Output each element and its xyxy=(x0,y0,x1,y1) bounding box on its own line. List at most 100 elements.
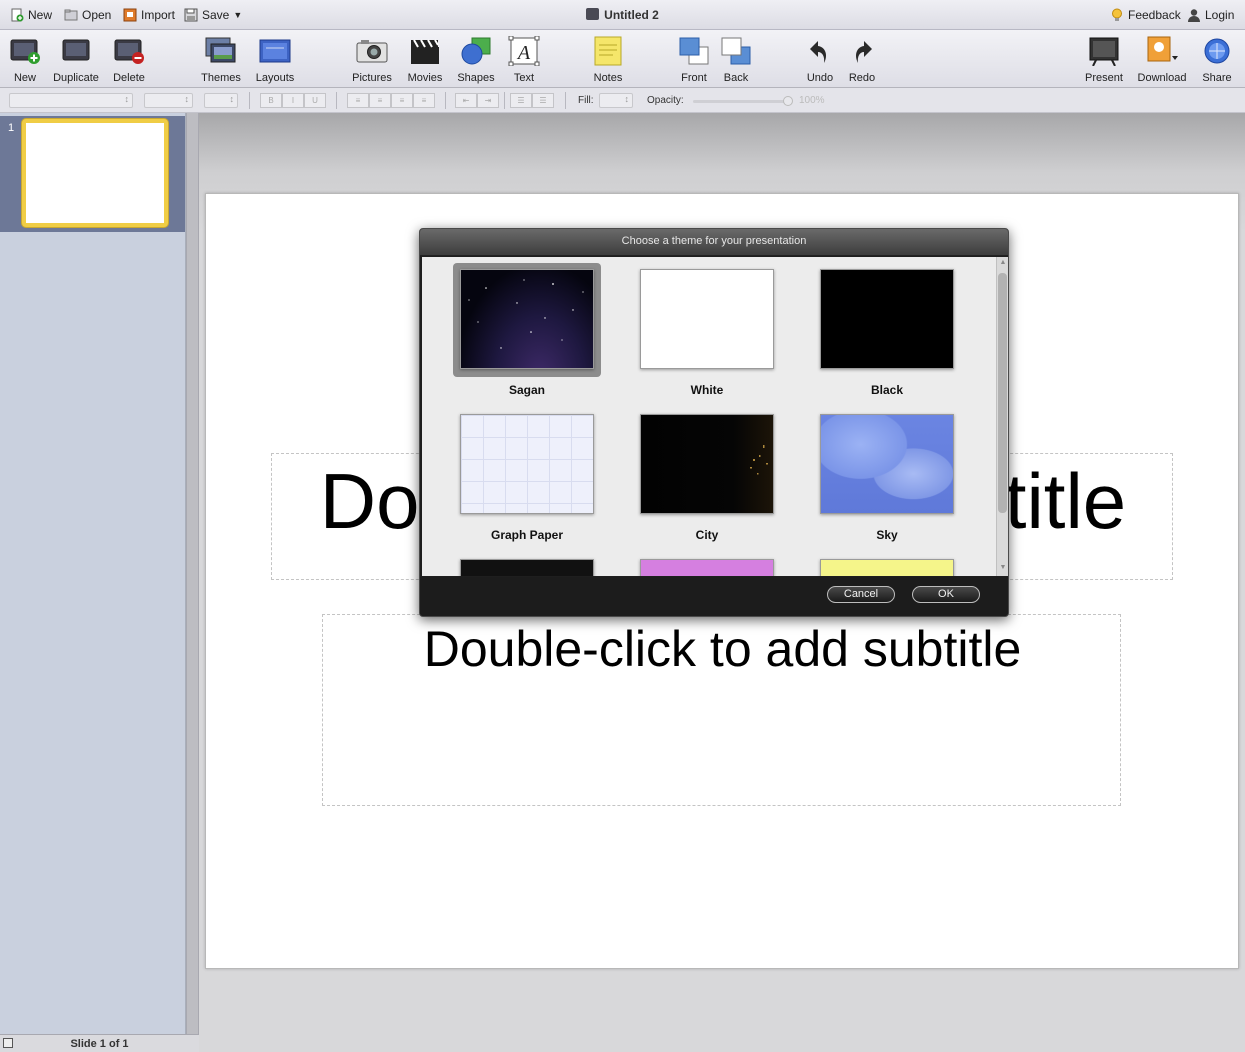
theme-sagan[interactable]: Sagan xyxy=(453,263,601,397)
underline-button[interactable]: U xyxy=(304,93,326,108)
align-left-button[interactable]: ≡ xyxy=(347,93,369,108)
layouts-button[interactable]: Layouts xyxy=(247,34,303,88)
slide-count-status: Slide 1 of 1 xyxy=(70,1038,129,1050)
bold-button[interactable]: B xyxy=(260,93,282,108)
theme-name: Black xyxy=(870,383,904,397)
document-title-text: Untitled 2 xyxy=(604,8,659,22)
font-size-select[interactable] xyxy=(144,93,193,108)
svg-text:A: A xyxy=(516,42,531,64)
status-bar: Slide 1 of 1 xyxy=(0,1034,199,1052)
bring-to-front-icon xyxy=(678,36,710,66)
slide-number: 1 xyxy=(8,122,15,134)
menu-save-label: Save xyxy=(202,8,230,22)
format-separator xyxy=(504,92,505,109)
bullet-list-button[interactable]: ☰ xyxy=(510,93,532,108)
menu-new[interactable]: New xyxy=(10,7,52,23)
font-family-select[interactable] xyxy=(9,93,133,108)
chevron-down-icon: ▼ xyxy=(233,10,243,20)
subtitle-placeholder-box[interactable]: Double-click to add subtitle xyxy=(322,614,1121,806)
share-button[interactable]: Share xyxy=(1189,34,1245,88)
indent-decrease-button[interactable]: ⇤ xyxy=(455,93,477,108)
save-disk-icon xyxy=(184,8,198,22)
send-to-back-button[interactable]: Back xyxy=(708,34,764,88)
redo-arrow-icon xyxy=(846,36,878,66)
globe-icon xyxy=(1201,36,1233,66)
new-slide-icon xyxy=(9,36,41,66)
document-icon xyxy=(586,8,600,20)
align-justify-button[interactable]: ≡ xyxy=(413,93,435,108)
download-document-icon xyxy=(1146,36,1178,66)
menu-save[interactable]: Save ▼ xyxy=(184,7,242,23)
menu-bar: New Open Import Save ▼ Untitled 2 Feedba… xyxy=(0,0,1245,30)
delete-slide-button[interactable]: Delete xyxy=(101,34,157,88)
menu-open[interactable]: Open xyxy=(64,7,111,23)
dialog-title: Choose a theme for your presentation xyxy=(420,229,1008,256)
format-separator xyxy=(445,92,446,109)
theme-sagan-swatch xyxy=(460,269,594,369)
theme-row3-dark[interactable] xyxy=(453,553,601,576)
scroll-down-arrow-icon[interactable]: ▼ xyxy=(998,564,1008,571)
theme-black-swatch xyxy=(820,269,954,369)
indent-increase-button[interactable]: ⇥ xyxy=(477,93,499,108)
opacity-slider[interactable] xyxy=(693,100,791,103)
ok-button[interactable]: OK xyxy=(912,586,980,603)
duplicate-slide-icon xyxy=(60,36,92,66)
theme-row3-pink[interactable] xyxy=(633,553,781,576)
undo-arrow-icon xyxy=(804,36,836,66)
numbered-list-button[interactable]: ☰ xyxy=(532,93,554,108)
slide-thumbnail[interactable] xyxy=(22,119,168,227)
fill-label: Fill: xyxy=(578,95,594,106)
redo-button[interactable]: Redo xyxy=(834,34,890,88)
theme-name: Sky xyxy=(876,528,898,542)
theme-name: Sagan xyxy=(508,383,545,397)
italic-button[interactable]: I xyxy=(282,93,304,108)
delete-slide-label: Delete xyxy=(113,72,145,84)
clapperboard-icon xyxy=(409,36,441,66)
font-color-select[interactable] xyxy=(204,93,238,108)
delete-slide-icon xyxy=(113,36,145,66)
theme-black[interactable]: Black xyxy=(813,263,961,397)
theme-chooser-dialog: Choose a theme for your presentation Sag… xyxy=(419,228,1009,617)
theme-graph-paper[interactable]: Graph Paper xyxy=(453,408,601,542)
theme-sky[interactable]: Sky xyxy=(813,408,961,542)
theme-graph-paper-swatch xyxy=(460,414,594,514)
align-center-button[interactable]: ≡ xyxy=(369,93,391,108)
theme-city[interactable]: City xyxy=(633,408,781,542)
theme-grid-scrollbar[interactable]: ▲ ▼ xyxy=(996,257,1008,576)
themes-icon xyxy=(205,36,237,66)
format-separator xyxy=(336,92,337,109)
menu-import[interactable]: Import xyxy=(123,7,175,23)
theme-yellow-swatch xyxy=(820,559,954,576)
theme-row3-yellow[interactable] xyxy=(813,553,961,576)
scrollbar-thumb[interactable] xyxy=(998,273,1007,513)
slides-panel-scrollbar[interactable] xyxy=(186,113,199,1034)
folder-icon xyxy=(64,8,78,22)
menu-login[interactable]: Login xyxy=(1187,7,1234,23)
fill-color-picker[interactable] xyxy=(599,93,633,108)
theme-city-swatch xyxy=(640,414,774,514)
slides-panel: 1 xyxy=(0,113,186,1034)
theme-name: White xyxy=(690,383,724,397)
theme-name: Graph Paper xyxy=(490,528,564,542)
cancel-button[interactable]: Cancel xyxy=(827,586,895,603)
share-label: Share xyxy=(1202,72,1232,84)
text-box-icon: A xyxy=(508,35,540,67)
notes-button[interactable]: Notes xyxy=(580,34,636,88)
menu-new-label: New xyxy=(28,8,53,22)
import-icon xyxy=(123,8,137,22)
layouts-label: Layouts xyxy=(255,72,295,84)
text-label: Text xyxy=(513,72,535,84)
format-bar: B I U ≡ ≡ ≡ ≡ ⇤ ⇥ ☰ ☰ Fill: Opacity: 100… xyxy=(0,88,1245,113)
projector-screen-icon xyxy=(1088,36,1120,67)
camera-icon xyxy=(356,36,388,66)
theme-white[interactable]: White xyxy=(633,263,781,397)
sticky-note-icon xyxy=(592,36,624,66)
theme-name: City xyxy=(695,528,719,542)
opacity-slider-handle[interactable] xyxy=(783,96,793,106)
slide-thumbnail-row[interactable]: 1 xyxy=(0,116,185,232)
text-button[interactable]: A Text xyxy=(496,34,552,88)
align-right-button[interactable]: ≡ xyxy=(391,93,413,108)
new-document-icon xyxy=(10,8,24,22)
menu-feedback[interactable]: Feedback xyxy=(1110,7,1181,23)
scroll-up-arrow-icon[interactable]: ▲ xyxy=(998,259,1008,266)
